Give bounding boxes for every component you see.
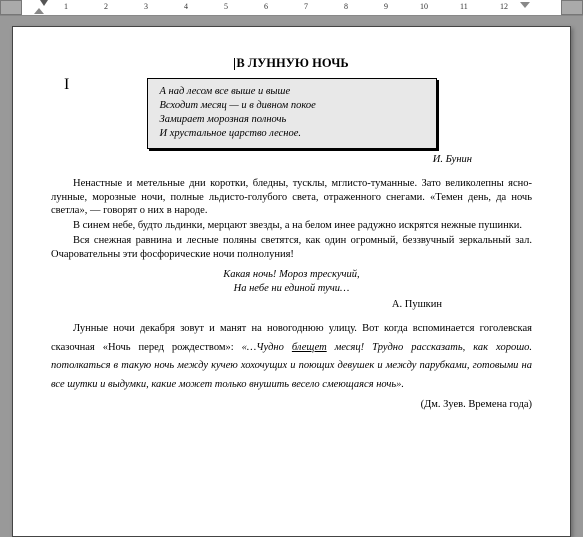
ruler-number: 4 [184,2,188,11]
horizontal-ruler[interactable]: 1 2 3 4 5 6 7 8 9 10 11 12 [0,0,583,16]
epigraph-frame[interactable]: А над лесом все выше и выше Всходит меся… [147,78,437,149]
first-line-indent-marker[interactable] [34,8,44,14]
body-paragraph: Ненастные и метельные дни коротки, бледн… [51,177,532,219]
ruler-number: 2 [104,2,108,11]
ruler-track[interactable]: 1 2 3 4 5 6 7 8 9 10 11 12 [22,0,561,15]
ruler-number: 9 [384,2,388,11]
epigraph-author: И. Бунин [51,153,532,167]
document-title: В ЛУННУЮ НОЧЬ [51,55,532,72]
quote-emphasis: блещет [292,342,327,353]
ruler-number: 6 [264,2,268,11]
ruler-number: 10 [420,2,428,11]
epigraph-line: И хрустальное царство лесное. [160,127,424,141]
epigraph-line: Всходит месяц — и в дивном покое [160,99,424,113]
title-text: В ЛУННУЮ НОЧЬ [236,56,348,70]
document-page[interactable]: I В ЛУННУЮ НОЧЬ А над лесом все выше и в… [12,26,571,537]
ruler-number: 5 [224,2,228,11]
quote-text: «…Чудно [242,342,292,353]
ruler-number: 8 [344,2,348,11]
ruler-number: 3 [144,2,148,11]
poem-block: Какая ночь! Мороз трескучий, На небе ни … [51,268,532,296]
body-paragraph: Вся снежная равнина и лесные поляны свет… [51,234,532,262]
poem-line: Какая ночь! Мороз трескучий, [51,268,532,282]
epigraph-line: А над лесом все выше и выше [160,85,424,99]
text-cursor-icon: I [64,74,69,96]
ruler-number: 11 [460,2,468,11]
poem-line: На небе ни единой тучи… [51,282,532,296]
ruler-cap-left [0,0,22,15]
body-paragraph: В синем небе, будто льдинки, мерцают зве… [51,219,532,233]
ruler-cap-right [561,0,583,15]
right-indent-marker[interactable] [520,2,530,8]
body-paragraph-quote: Лунные ночи декабря зовут и манят на нов… [51,320,532,394]
tab-stop-marker[interactable] [40,0,48,6]
ruler-number: 7 [304,2,308,11]
document-workspace: I В ЛУННУЮ НОЧЬ А над лесом все выше и в… [0,16,583,537]
poem-author: А. Пушкин [51,298,532,312]
ruler-number: 1 [64,2,68,11]
ruler-number: 12 [500,2,508,11]
source-citation: (Дм. Зуев. Времена года) [51,398,532,412]
epigraph-line: Замирает морозная полночь [160,113,424,127]
